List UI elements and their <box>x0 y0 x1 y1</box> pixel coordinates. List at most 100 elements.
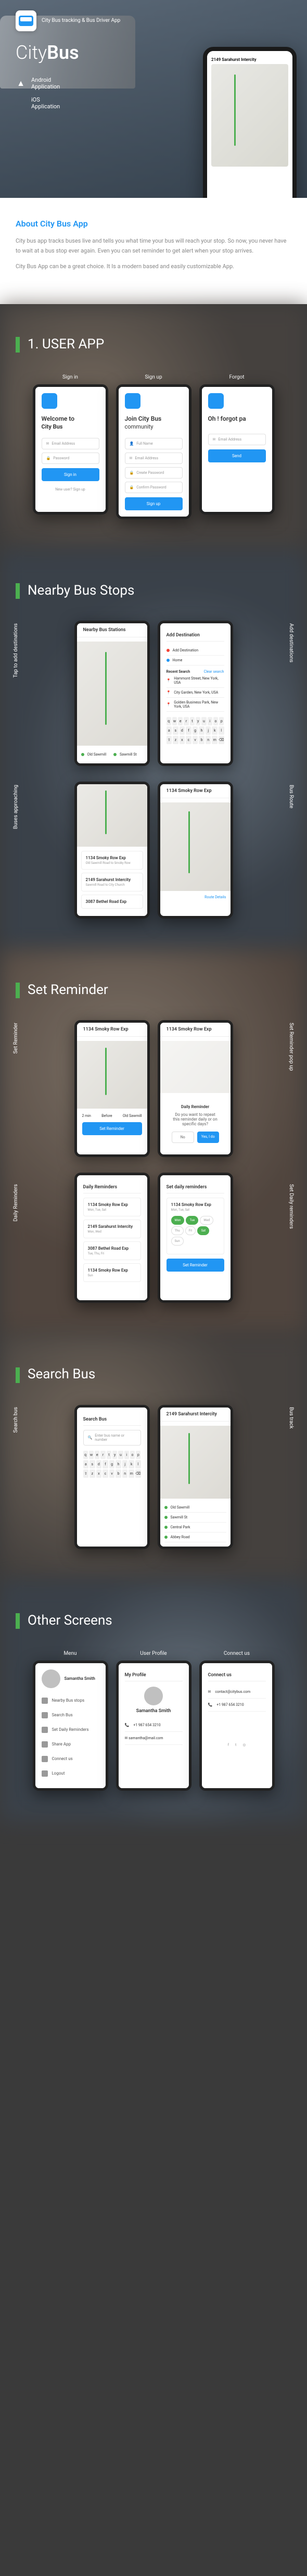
phone-menu: Samantha Smith Nearby Bus stops Search B… <box>33 1661 108 1791</box>
section-title: Nearby Bus Stops <box>28 583 134 598</box>
col-label-signin: Sign in <box>33 374 108 380</box>
section-search: Search Bus Search bus Bus track Search B… <box>0 1334 307 1580</box>
col-label-forgot: Forgot <box>199 374 275 380</box>
keyboard[interactable]: qwertyuiop asdfghjkl ⇧zxcvbnm⌫ <box>83 1451 141 1478</box>
apple-icon <box>16 98 26 108</box>
day-pill[interactable]: Wed <box>200 1216 213 1225</box>
instagram-icon[interactable]: ◎ <box>242 1743 246 1747</box>
map-view[interactable] <box>77 784 147 847</box>
reminder-item[interactable]: 1134 Smoky Row ExpSun <box>83 1263 141 1282</box>
about-section: About City Bus App City bus app tracks b… <box>0 198 307 304</box>
menu-item[interactable]: Share App <box>42 1737 99 1752</box>
phone-signup: Join City Bus community 👤 Full Name ✉ Em… <box>116 384 191 519</box>
send-button[interactable]: Send <box>208 449 266 462</box>
profile-phone: 📞 +1 987 654 3210 <box>125 1719 183 1732</box>
hero-phone-mockup: 2149 Sarahurst Intercity <box>203 47 297 198</box>
route-stop: Old Sawmill <box>164 1503 226 1513</box>
search-input[interactable]: 🔍 Enter bus name or number <box>83 1430 141 1446</box>
reminder-item[interactable]: 3087 Bethel Road ExpTue, Thu, Fri <box>83 1241 141 1260</box>
day-pill[interactable]: Fri <box>185 1226 196 1235</box>
reminder-item[interactable]: 1134 Smoky Row ExpMon, Tue, Sat <box>83 1198 141 1216</box>
hero-section: City Bus tracking & Bus Driver App CityB… <box>0 0 307 198</box>
phone-profile: My Profile Samantha Smith 📞 +1 987 654 3… <box>116 1661 191 1791</box>
keyboard[interactable]: qwertyuiop asdfghjkl ⇧zxcvbnm⌫ <box>167 717 224 744</box>
phone-set-reminder: 1134 Smoky Row Exp 2 minBeforeOld Sawmil… <box>74 1020 150 1157</box>
about-para-2: City Bus App can be a great choice. It I… <box>16 262 291 272</box>
phone-set-daily-reminders: Set daily reminders 1134 Smoky Row Exp M… <box>158 1173 233 1303</box>
map-view[interactable] <box>77 1041 147 1109</box>
map-view[interactable] <box>160 802 231 891</box>
route-details-link[interactable]: Route Details <box>160 891 231 903</box>
menu-item[interactable]: Connect us <box>42 1752 99 1766</box>
day-pill[interactable]: Sun <box>171 1237 184 1246</box>
set-reminder-button[interactable]: Set Reminder <box>167 1259 224 1272</box>
app-icon <box>16 10 36 31</box>
bus-card[interactable]: 3087 Bethel Road Exp <box>81 895 143 909</box>
col-label-signup: Sign up <box>116 374 191 380</box>
day-pill[interactable]: Sat <box>197 1226 209 1235</box>
recent-item[interactable]: 📍 City Garden, New York, USA <box>167 688 224 698</box>
search-icon <box>42 1712 48 1718</box>
email-field[interactable]: ✉ Email Address <box>125 453 183 464</box>
stop-item[interactable]: Old Sawmill <box>81 750 111 759</box>
profile-email: ✉ samantha@mail.com <box>125 1732 183 1745</box>
facebook-icon[interactable]: f <box>228 1743 229 1747</box>
phone-buses-approaching: 1134 Smoky Row ExpOld Sawmill Road to Sm… <box>74 782 150 919</box>
android-icon: ▲ <box>16 78 26 89</box>
map-view[interactable] <box>160 1426 231 1499</box>
menu-item[interactable]: Logout <box>42 1766 99 1781</box>
signup-link[interactable]: New user? Sign up <box>42 487 99 492</box>
phone-signin: Welcome to City Bus ✉ Email Address 🔒 Pa… <box>33 384 108 514</box>
route-stop: Abbey Road <box>164 1532 226 1542</box>
col-label-menu: Menu <box>33 1651 108 1656</box>
destination-input[interactable]: Add Destination <box>167 646 224 656</box>
menu-item[interactable]: Nearby Bus stops <box>42 1693 99 1708</box>
logo-icon <box>125 393 140 409</box>
bus-card[interactable]: 2149 Sarahurst IntercitySawmill Road to … <box>81 873 143 891</box>
popup-no-button[interactable]: No <box>172 1132 195 1143</box>
recent-item[interactable]: 📍 Golden Business Park, New York, USA <box>167 698 224 712</box>
menu-item[interactable]: Set Daily Reminders <box>42 1723 99 1737</box>
recent-item[interactable]: 📍 Hammont Street, New York, USA <box>167 674 224 688</box>
confirm-password-field[interactable]: 🔒 Confirm Password <box>125 482 183 493</box>
phone-connect: Connect us ✉ contact@citybus.com 📞 +1 98… <box>199 1661 275 1791</box>
set-reminder-button[interactable]: Set Reminder <box>82 1122 142 1135</box>
password-field[interactable]: 🔒 Create Password <box>125 467 183 479</box>
home-shortcut[interactable]: Home <box>167 656 224 665</box>
logo-icon <box>208 393 224 409</box>
map-view[interactable] <box>77 642 147 746</box>
twitter-icon[interactable]: t <box>235 1743 236 1747</box>
name-field[interactable]: 👤 Full Name <box>125 438 183 449</box>
section-title: Other Screens <box>28 1613 112 1628</box>
day-pill[interactable]: Mon <box>171 1216 185 1225</box>
email-field[interactable]: ✉ Email Address <box>208 434 266 445</box>
clear-search[interactable]: Clear search <box>204 670 224 674</box>
contact-email[interactable]: ✉ contact@citybus.com <box>208 1686 266 1699</box>
logo-icon <box>42 393 57 409</box>
avatar <box>42 1669 60 1688</box>
stop-item[interactable]: Sawmill St <box>113 750 143 759</box>
connect-icon <box>42 1756 48 1762</box>
section-title: Set Reminder <box>28 982 108 998</box>
reminder-icon <box>42 1727 48 1733</box>
phone-forgot: Oh ! forgot pa ✉ Email Address Send <box>199 384 275 514</box>
bus-card[interactable]: 1134 Smoky Row ExpOld Sawmill Road to Sm… <box>81 851 143 870</box>
section-title: Search Bus <box>28 1366 95 1382</box>
password-field[interactable]: 🔒 Password <box>42 453 99 464</box>
phone-nearby-map: Nearby Bus Stations Old Sawmill Sawmill … <box>74 621 150 766</box>
phone-daily-reminders: Daily Reminders 1134 Smoky Row ExpMon, T… <box>74 1173 150 1303</box>
about-heading: About City Bus App <box>16 219 291 229</box>
email-field[interactable]: ✉ Email Address <box>42 438 99 449</box>
popup-yes-button[interactable]: Yes, I do <box>197 1132 219 1143</box>
day-pill[interactable]: Tue <box>186 1216 198 1225</box>
reminder-item[interactable]: 2149 Sarahurst IntercityMon, Wed <box>83 1220 141 1238</box>
signin-button[interactable]: Sign in <box>42 468 99 481</box>
menu-item[interactable]: Search Bus <box>42 1708 99 1723</box>
day-pill[interactable]: Thu <box>171 1226 184 1235</box>
contact-phone[interactable]: 📞 +1 987 654 3210 <box>208 1699 266 1712</box>
col-label-connect: Connect us <box>199 1651 275 1656</box>
app-tagline: City Bus tracking & Bus Driver App <box>42 17 120 24</box>
reminder-config[interactable]: 1134 Smoky Row Exp Mon, Tue, Sat Mon Tue… <box>167 1198 224 1254</box>
signup-button[interactable]: Sign up <box>125 497 183 510</box>
phone-search-bus: Search Bus 🔍 Enter bus name or number qw… <box>74 1405 150 1549</box>
